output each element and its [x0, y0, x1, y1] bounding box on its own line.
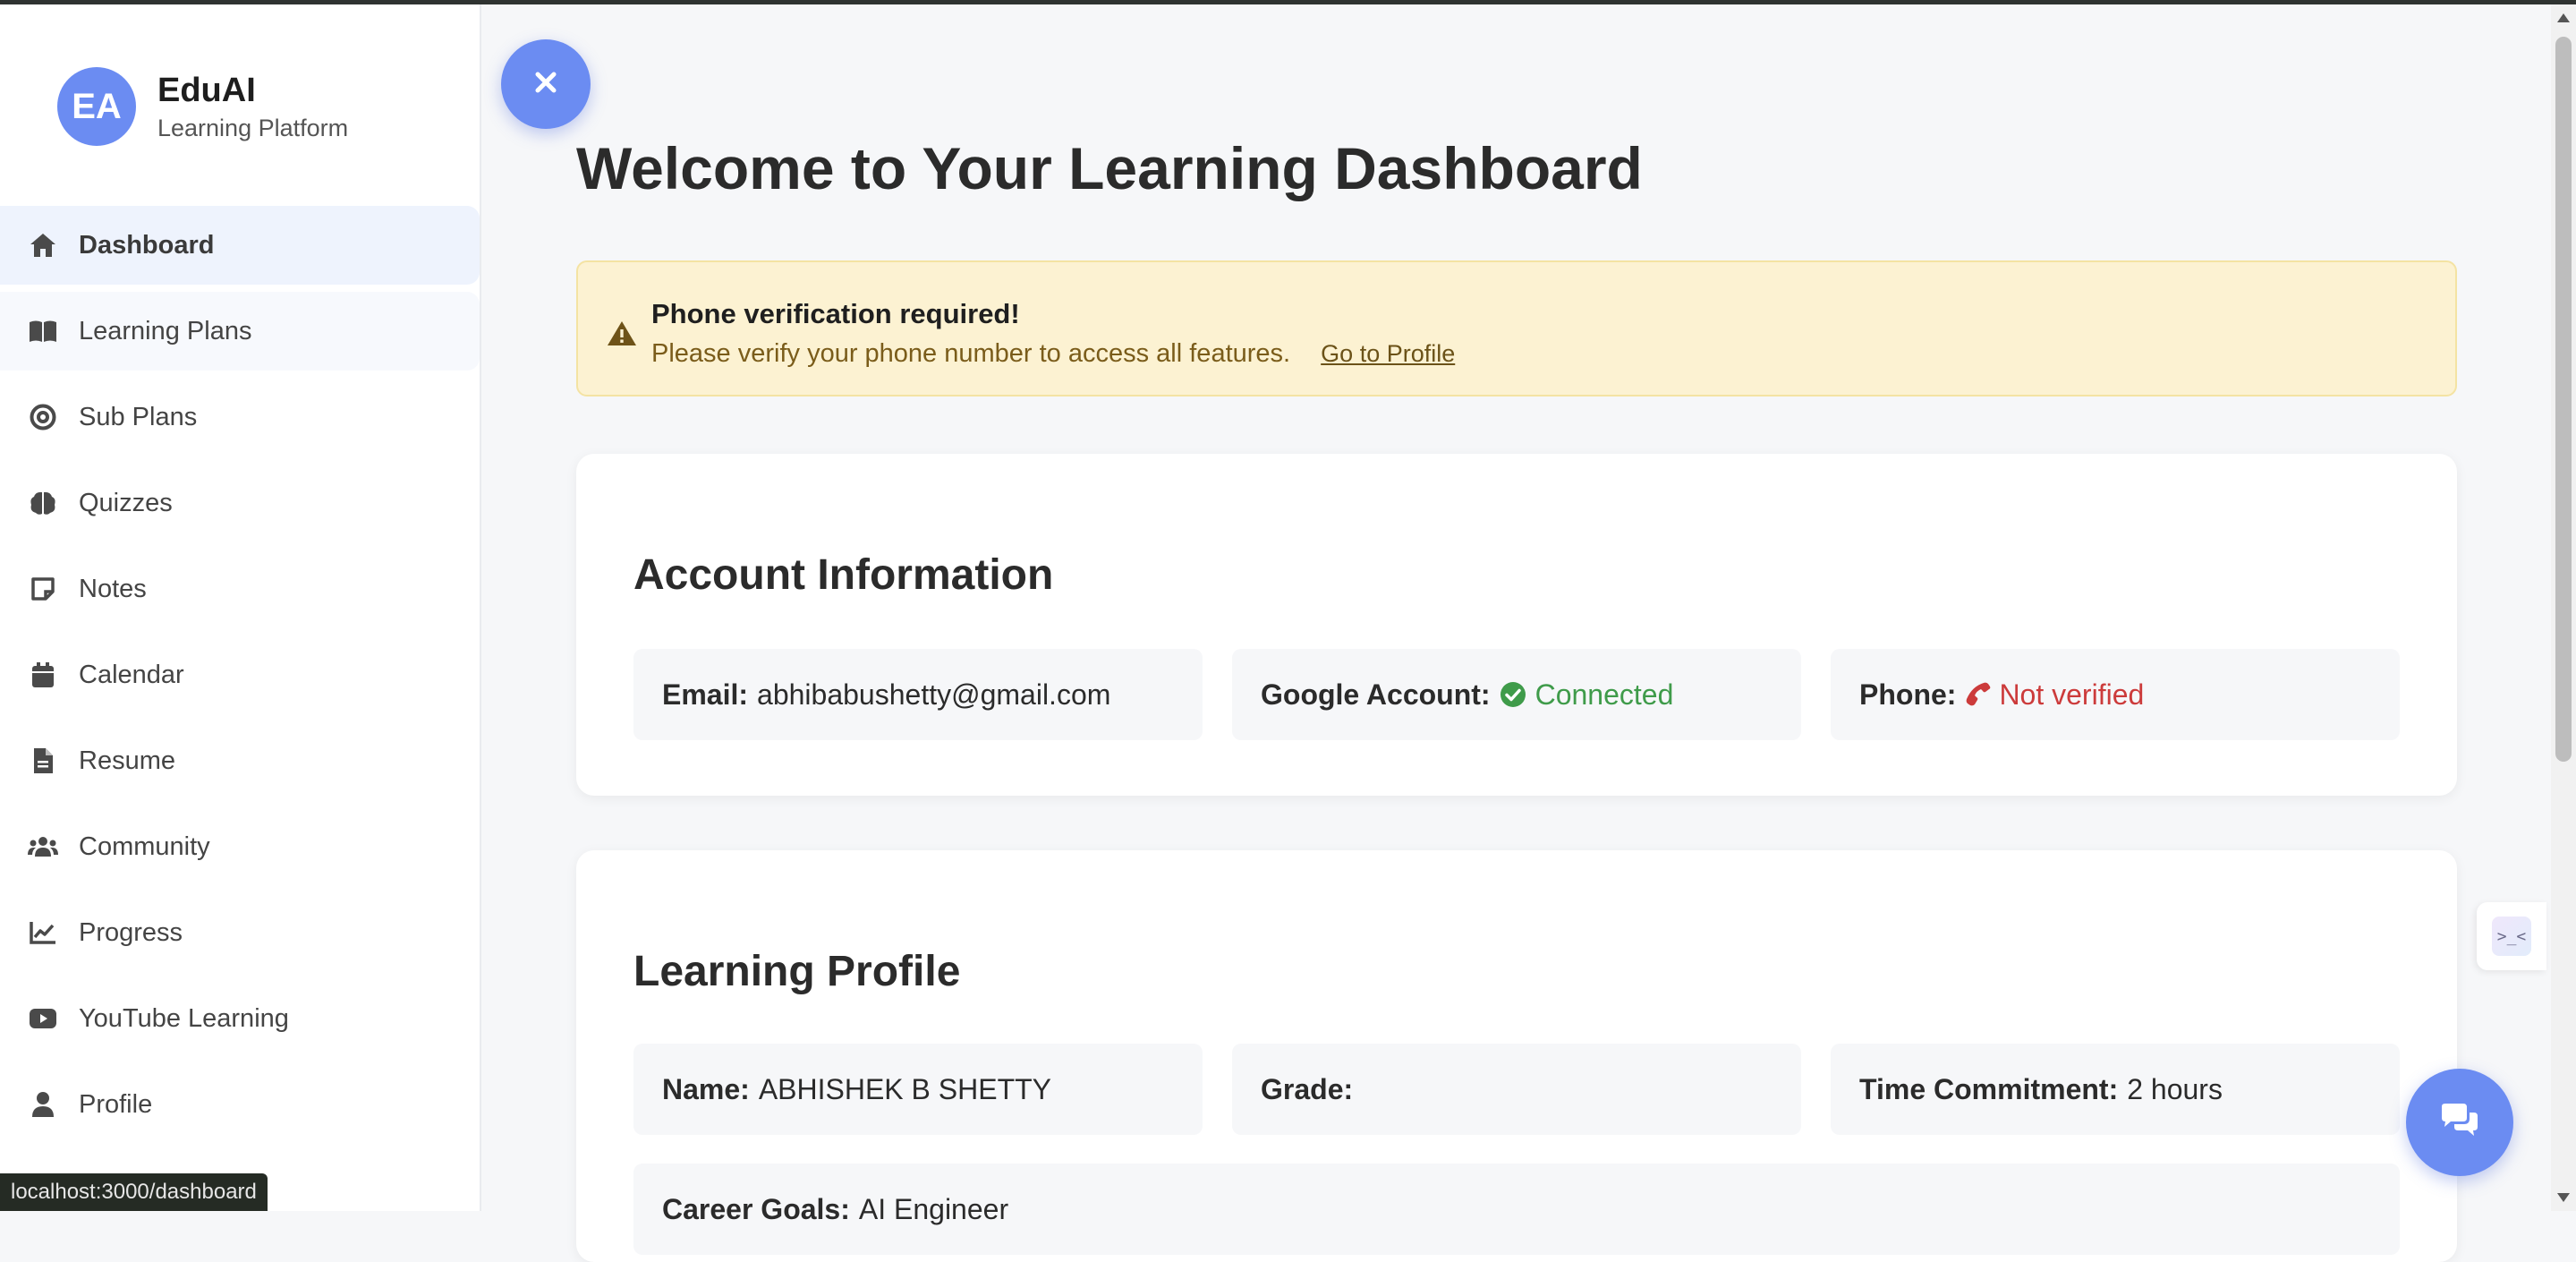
time-commitment-label: Time Commitment: — [1859, 1072, 2119, 1105]
alert-message: Please verify your phone number to acces… — [651, 339, 1455, 369]
name-value: ABHISHEK B SHETTY — [758, 1072, 1051, 1105]
status-bar-url: localhost:3000/dashboard — [0, 1173, 268, 1211]
phone-field: Phone: Not verified — [1831, 649, 2400, 740]
sidebar-item-label: Dashboard — [79, 230, 215, 260]
close-icon — [533, 70, 558, 99]
calendar-icon — [27, 659, 59, 691]
sidebar-item-sub-plans[interactable]: Sub Plans — [0, 378, 480, 456]
users-icon — [27, 831, 59, 863]
sidebar-item-label: Sub Plans — [79, 402, 198, 431]
check-circle-icon — [1500, 681, 1526, 708]
career-goals-label: Career Goals: — [662, 1192, 850, 1225]
scroll-up-icon[interactable] — [2557, 13, 2570, 22]
sidebar-nav: Dashboard Learning Plans Sub Plans Quizz… — [0, 206, 480, 1151]
warning-icon — [607, 320, 637, 351]
sidebar-item-label: Quizzes — [79, 488, 173, 517]
user-icon — [27, 1088, 59, 1121]
sidebar-item-dashboard[interactable]: Dashboard — [0, 206, 480, 285]
sidebar-item-learning-plans[interactable]: Learning Plans — [0, 292, 480, 371]
home-icon — [27, 229, 59, 261]
page-title: Welcome to Your Learning Dashboard — [576, 135, 1643, 201]
youtube-icon — [27, 1002, 59, 1035]
sidebar-item-resume[interactable]: Resume — [0, 721, 480, 800]
account-information-title: Account Information — [633, 551, 1054, 599]
phone-status: Not verified — [1999, 678, 2145, 711]
email-value: abhibabushetty@gmail.com — [757, 678, 1111, 711]
sidebar-item-label: Resume — [79, 746, 175, 775]
brand-name: EduAI — [157, 72, 256, 109]
account-information-card: Account Information Email: abhibabushett… — [576, 454, 2457, 796]
brain-icon — [27, 487, 59, 519]
sidebar-item-calendar[interactable]: Calendar — [0, 635, 480, 714]
time-commitment-value: 2 hours — [2127, 1072, 2223, 1105]
phone-icon — [1965, 681, 1992, 708]
alert-title: Phone verification required! — [651, 298, 1020, 329]
email-field: Email: abhibabushetty@gmail.com — [633, 649, 1203, 740]
alert-body-text: Please verify your phone number to acces… — [651, 339, 1291, 368]
grade-label: Grade: — [1261, 1072, 1354, 1105]
sidebar-item-quizzes[interactable]: Quizzes — [0, 464, 480, 542]
book-open-icon — [27, 315, 59, 347]
chat-button[interactable] — [2406, 1069, 2513, 1176]
chat-bubbles-icon — [2438, 1103, 2481, 1143]
sidebar-item-progress[interactable]: Progress — [0, 893, 480, 972]
scrollbar-thumb[interactable] — [2555, 37, 2572, 762]
sidebar-item-notes[interactable]: Notes — [0, 550, 480, 628]
scroll-down-icon[interactable] — [2557, 1193, 2570, 1202]
brand[interactable]: EA EduAI Learning Platform — [57, 67, 348, 146]
learning-profile-card: Learning Profile Name: ABHISHEK B SHETTY… — [576, 850, 2457, 1262]
chart-line-icon — [27, 917, 59, 949]
sidebar-item-label: YouTube Learning — [79, 1003, 289, 1033]
window-top-border — [0, 0, 2576, 4]
grade-field: Grade: — [1232, 1044, 1801, 1135]
close-sidebar-button[interactable] — [501, 39, 591, 129]
sidebar-item-youtube-learning[interactable]: YouTube Learning — [0, 979, 480, 1058]
sidebar-item-community[interactable]: Community — [0, 807, 480, 886]
sidebar-item-label: Notes — [79, 574, 147, 603]
sidebar-item-label: Progress — [79, 917, 183, 947]
target-icon — [27, 401, 59, 433]
google-account-status: Connected — [1535, 678, 1674, 711]
sidebar-item-profile[interactable]: Profile — [0, 1065, 480, 1144]
name-label: Name: — [662, 1072, 750, 1105]
sidebar-item-label: Community — [79, 831, 210, 861]
learning-profile-title: Learning Profile — [633, 948, 961, 995]
phone-label: Phone: — [1859, 678, 1957, 711]
sidebar-item-label: Calendar — [79, 660, 184, 689]
career-goals-field: Career Goals: AI Engineer — [633, 1164, 2400, 1255]
go-to-profile-link[interactable]: Go to Profile — [1321, 340, 1455, 367]
file-icon — [27, 745, 59, 777]
sidebar-item-label: Learning Plans — [79, 316, 252, 345]
google-account-field: Google Account: Connected — [1232, 649, 1801, 740]
sticky-note-icon — [27, 573, 59, 605]
brand-subtitle: Learning Platform — [157, 115, 349, 141]
sidebar-item-label: Profile — [79, 1089, 153, 1119]
extension-widget[interactable]: >_< — [2477, 902, 2546, 970]
career-goals-value: AI Engineer — [858, 1192, 1009, 1225]
sidebar: EA EduAI Learning Platform Dashboard Lea… — [0, 4, 481, 1211]
google-account-label: Google Account: — [1261, 678, 1491, 711]
phone-verification-alert: Phone verification required! Please veri… — [576, 260, 2457, 397]
email-label: Email: — [662, 678, 749, 711]
time-commitment-field: Time Commitment: 2 hours — [1831, 1044, 2400, 1135]
terminal-icon: >_< — [2492, 917, 2531, 956]
name-field: Name: ABHISHEK B SHETTY — [633, 1044, 1203, 1135]
page-scrollbar[interactable] — [2551, 4, 2576, 1211]
brand-avatar: EA — [57, 67, 136, 146]
